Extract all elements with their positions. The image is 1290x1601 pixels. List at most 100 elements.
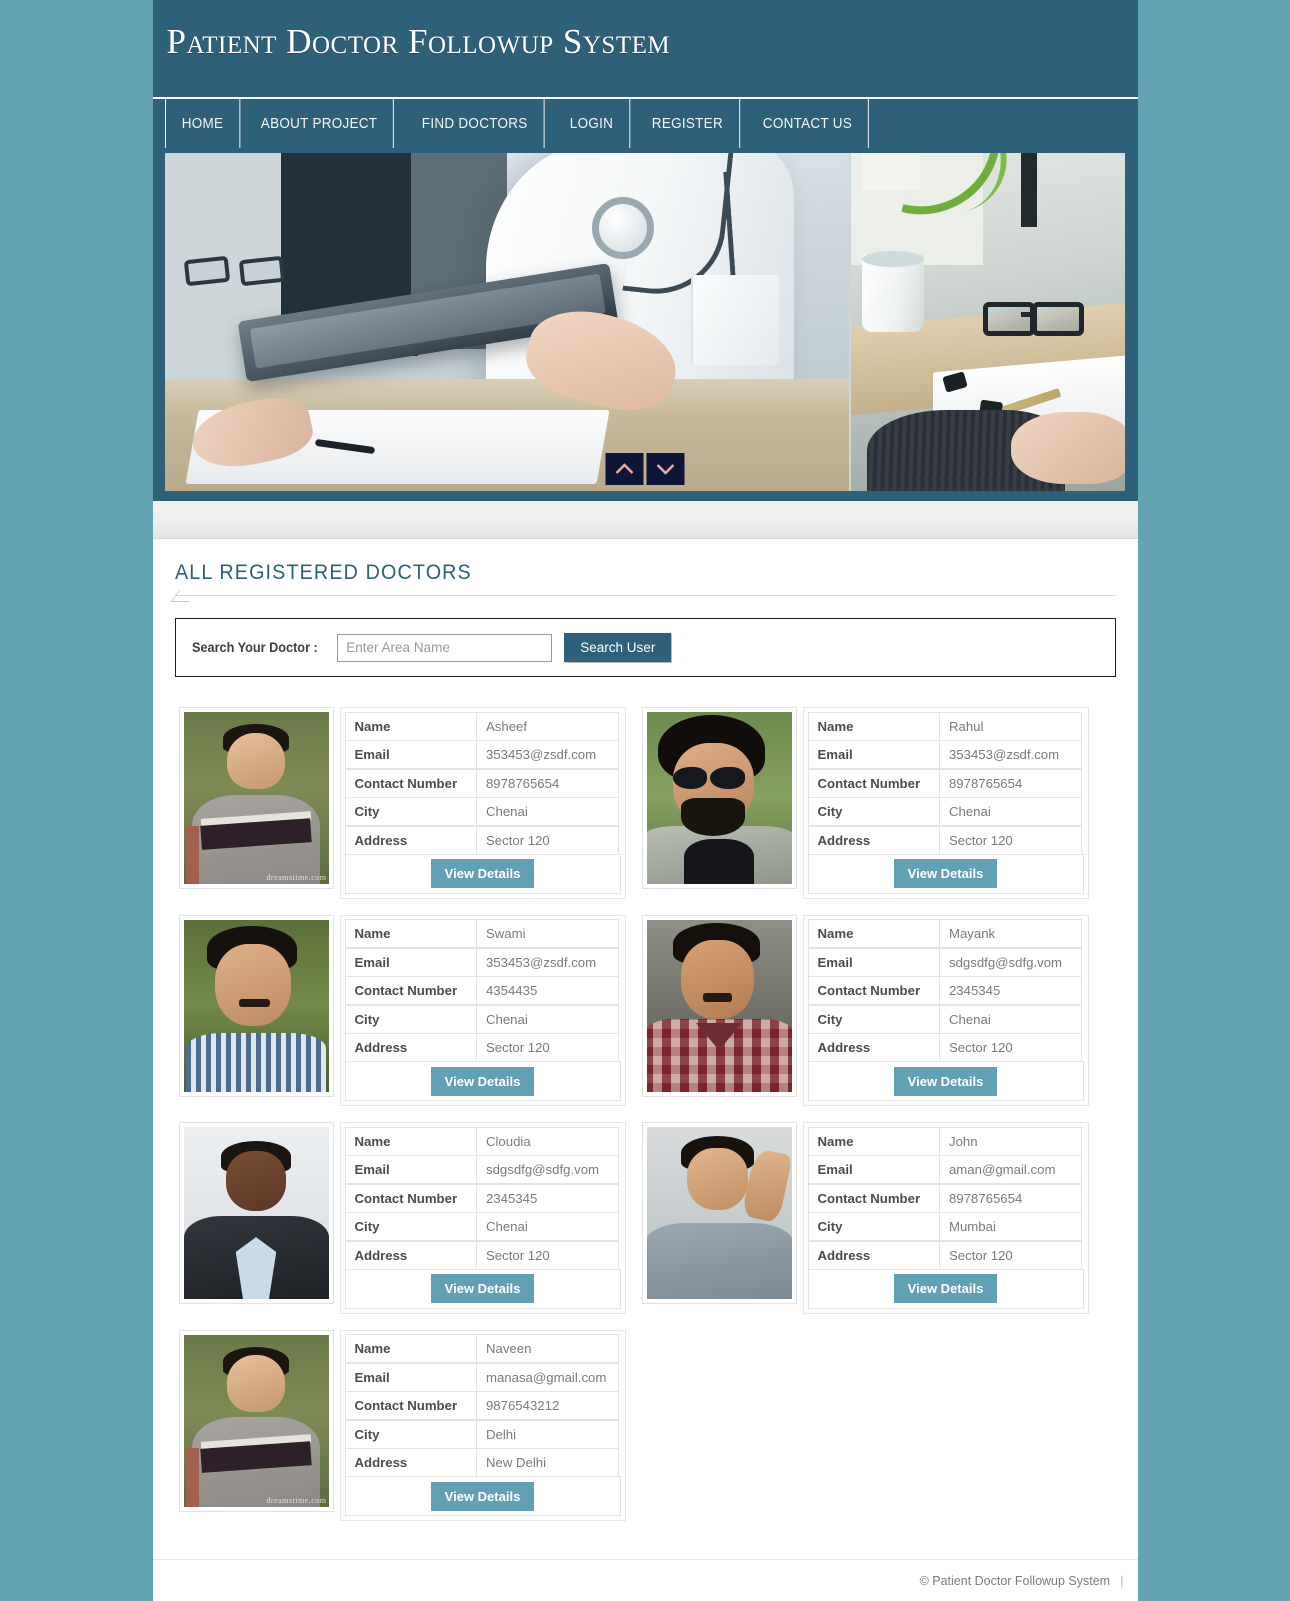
field-label-name: Name — [344, 919, 477, 948]
field-label-city: City — [344, 1419, 477, 1449]
slider-controls — [605, 453, 685, 485]
view-details-button[interactable]: View Details — [893, 1274, 998, 1303]
table-row: Name Swami — [344, 919, 621, 948]
table-row: Email sdgsdfg@sdfg.vom — [344, 1155, 621, 1184]
doctor-card: Name Mayank Email sdgsdfg@sdfg.vom Contact… — [638, 911, 1093, 1111]
view-details-button[interactable]: View Details — [893, 859, 998, 888]
field-value-name: Swami — [475, 919, 620, 948]
doctor-photo: dreamstime.com — [178, 1329, 334, 1512]
field-value-name: Mayank — [938, 919, 1083, 948]
field-label-city: City — [344, 1212, 477, 1241]
chevron-up-icon — [615, 463, 635, 475]
nav-item-about-project[interactable]: ABOUT PROJECT — [245, 99, 395, 148]
table-row: City Chenai — [344, 1004, 621, 1034]
chevron-down-icon — [656, 463, 676, 475]
field-label-email: Email — [344, 1155, 477, 1184]
doctor-card: Name Rahul Email 353453@zsdf.com Contact N… — [638, 703, 1093, 903]
field-value-contact: 4354435 — [475, 976, 620, 1005]
field-value-city: Chenai — [475, 1004, 620, 1034]
table-row: Name Cloudia — [344, 1126, 621, 1156]
view-details-button[interactable]: View Details — [893, 1066, 998, 1096]
slider-prev-button[interactable] — [605, 453, 644, 485]
view-details-button[interactable]: View Details — [430, 1274, 535, 1303]
view-details-button[interactable]: View Details — [430, 859, 535, 888]
table-row-action: View Details — [344, 853, 621, 894]
nav-item-find-doctors[interactable]: FIND DOCTORS — [406, 99, 544, 148]
field-value-address: Sector 120 — [938, 825, 1083, 855]
field-value-email: 353453@zsdf.com — [938, 740, 1083, 769]
table-row: City Mumbai — [807, 1212, 1084, 1241]
search-user-button[interactable]: Search User — [564, 633, 672, 662]
field-value-name: Cloudia — [475, 1126, 620, 1156]
section-title-rule — [174, 595, 1116, 596]
table-row: Email 353453@zsdf.com — [807, 740, 1084, 769]
field-value-email: aman@gmail.com — [938, 1155, 1083, 1184]
table-row: Name Mayank — [807, 919, 1084, 948]
field-label-email: Email — [807, 1155, 940, 1184]
field-value-email: 353453@zsdf.com — [475, 740, 620, 769]
table-row: Address Sector 120 — [807, 1240, 1084, 1270]
table-row-action: View Details — [807, 1268, 1084, 1309]
search-input[interactable] — [337, 633, 553, 662]
field-label-address: Address — [344, 1240, 477, 1270]
nav-item-register[interactable]: REGISTER — [636, 99, 740, 148]
nav-item-login[interactable]: LOGIN — [554, 99, 631, 148]
field-label-name: Name — [344, 1126, 477, 1156]
doctor-details-table: Name Asheef Email 353453@zsdf.com Contact … — [339, 707, 626, 899]
table-row-action: View Details — [344, 1476, 621, 1516]
content-top-strip — [152, 501, 1138, 539]
nav-item-contact-us[interactable]: CONTACT US — [747, 99, 870, 148]
section-title: ALL REGISTERED DOCTORS — [174, 561, 472, 584]
field-label-name: Name — [807, 711, 940, 741]
photo-watermark: dreamstime.com — [266, 1495, 327, 1505]
doctor-card: Name Cloudia Email sdgsdfg@sdfg.vom Contac… — [175, 1118, 630, 1318]
field-value-contact: 8978765654 — [938, 768, 1083, 798]
view-details-button[interactable]: View Details — [430, 1481, 535, 1511]
field-label-contact: Contact Number — [344, 768, 477, 798]
table-row: Address Sector 120 — [344, 1240, 621, 1270]
table-row: City Delhi — [344, 1419, 621, 1449]
field-label-city: City — [807, 797, 940, 826]
doctor-card: dreamstime.com Name Asheef Email 353453@zs… — [175, 703, 630, 903]
table-row: Address Sector 120 — [344, 1033, 621, 1062]
doctor-details-table: Name Naveen Email manasa@gmail.com Contact… — [339, 1329, 626, 1521]
field-label-address: Address — [344, 1033, 477, 1062]
table-row: Address Sector 120 — [344, 825, 621, 855]
main-content: ALL REGISTERED DOCTORS Search Your Docto… — [152, 539, 1138, 1559]
doctor-details-table: Name Swami Email 353453@zsdf.com Contact N… — [339, 914, 626, 1106]
search-label: Search Your Doctor : — [191, 640, 318, 655]
field-label-contact: Contact Number — [807, 976, 940, 1005]
search-panel: Search Your Doctor : Search User — [174, 618, 1116, 677]
doctor-details-table: Name Mayank Email sdgsdfg@sdfg.vom Contact… — [802, 914, 1089, 1106]
banner-image-doctor-tablet — [164, 153, 849, 491]
field-value-city: Chenai — [475, 797, 620, 826]
field-value-name: Rahul — [938, 711, 1083, 741]
field-value-address: Sector 120 — [938, 1033, 1083, 1062]
field-value-address: Sector 120 — [475, 1033, 620, 1062]
view-details-button[interactable]: View Details — [430, 1066, 535, 1096]
site-footer: © Patient Doctor Followup System | — [152, 1559, 1138, 1601]
slider-next-button[interactable] — [646, 453, 685, 485]
doctor-photo — [178, 914, 334, 1097]
field-label-contact: Contact Number — [344, 976, 477, 1005]
field-label-name: Name — [807, 919, 940, 948]
nav-item-home[interactable]: HOME — [164, 99, 240, 148]
field-value-email: sdgsdfg@sdfg.vom — [475, 1155, 620, 1184]
table-row-action: View Details — [344, 1061, 621, 1101]
table-row: Email 353453@zsdf.com — [344, 740, 621, 769]
field-label-contact: Contact Number — [344, 1391, 477, 1420]
field-value-name: John — [938, 1126, 1083, 1156]
table-row: Email sdgsdfg@sdfg.vom — [807, 947, 1084, 977]
doctor-card: dreamstime.com Name Naveen Email manasa@gm… — [175, 1326, 630, 1526]
table-row: Address New Delhi — [344, 1448, 621, 1477]
field-label-name: Name — [344, 711, 477, 741]
field-label-address: Address — [807, 825, 940, 855]
field-label-contact: Contact Number — [807, 768, 940, 798]
doctor-photo — [178, 1122, 334, 1304]
page-title: Patient Doctor Followup System — [166, 22, 671, 61]
site-header: Patient Doctor Followup System — [152, 0, 1138, 97]
field-label-address: Address — [807, 1033, 940, 1062]
field-value-contact: 8978765654 — [475, 768, 620, 798]
field-label-city: City — [344, 1004, 477, 1034]
field-value-name: Asheef — [475, 711, 620, 741]
